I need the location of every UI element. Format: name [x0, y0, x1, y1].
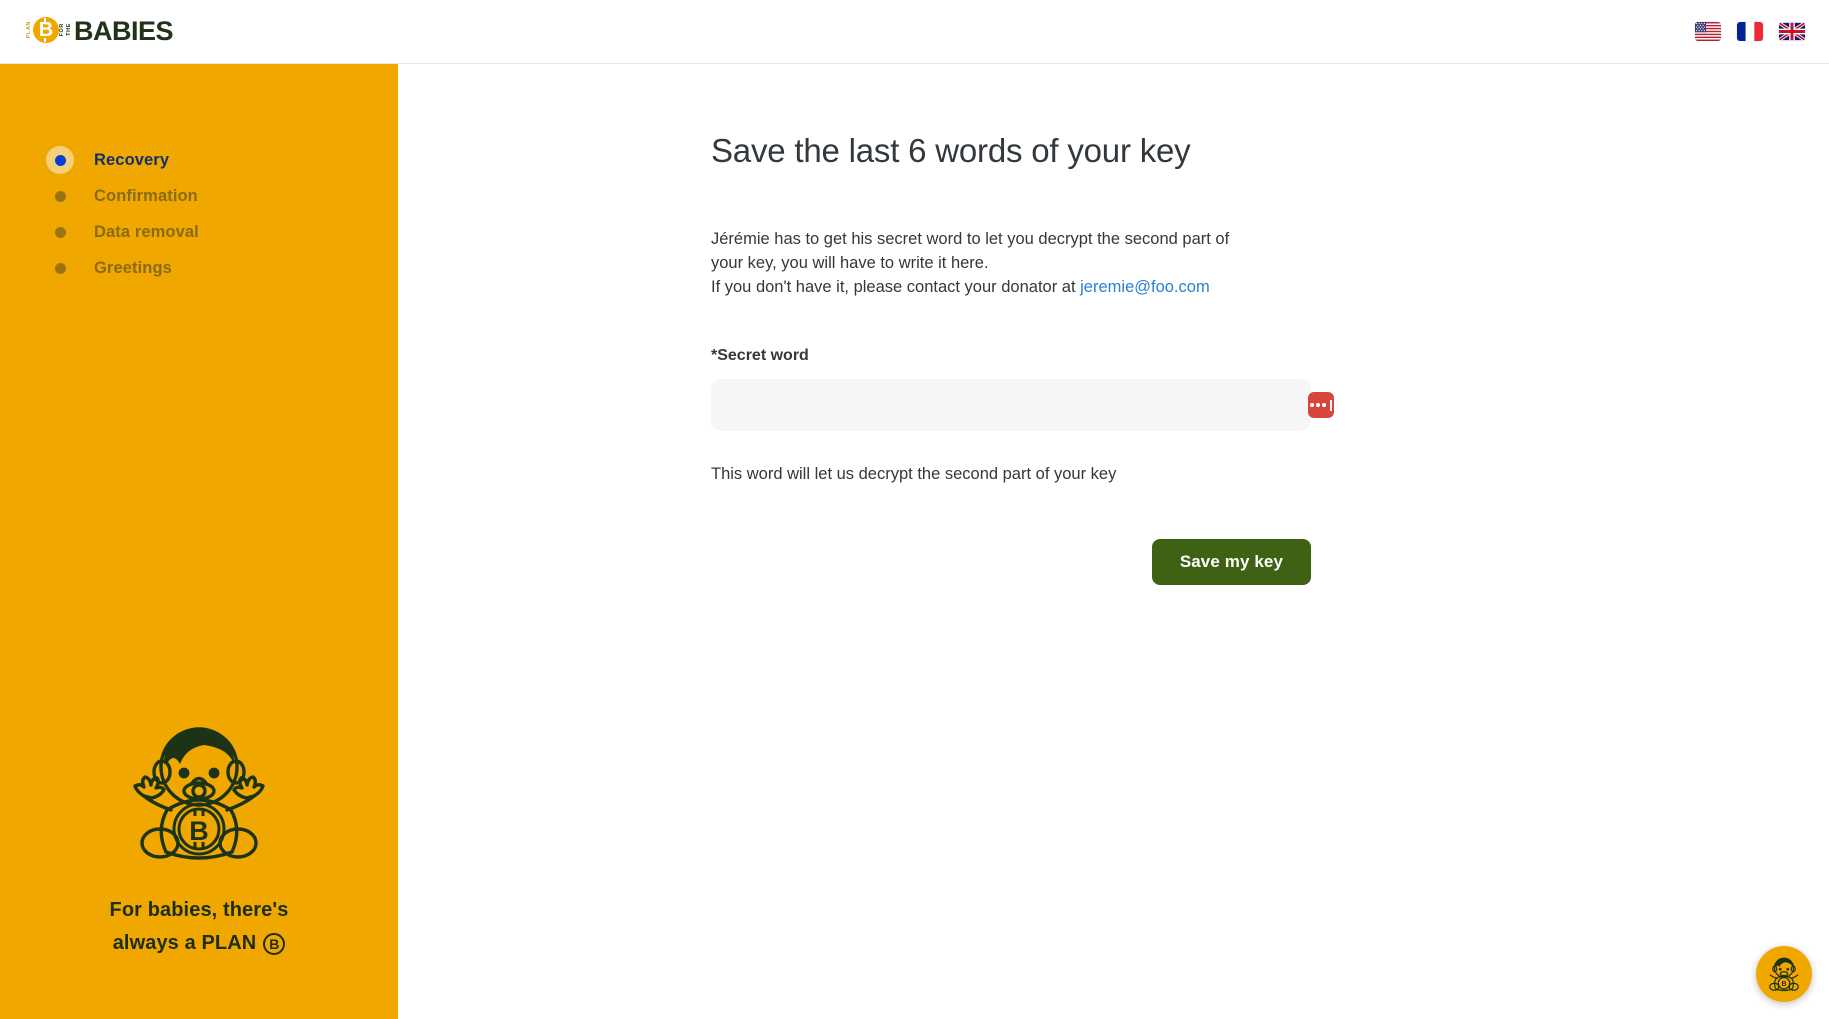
tagline-line-1: For babies, there's	[109, 899, 289, 921]
intro-line-1: Jérémie has to get his secret word to le…	[711, 230, 1230, 248]
submit-row: Save my key	[711, 539, 1311, 585]
step-dot-icon	[46, 254, 74, 282]
secret-word-input-row	[711, 379, 1351, 431]
secret-word-helper-text: This word will let us decrypt the second…	[711, 465, 1117, 483]
secret-word-label: *Secret word	[711, 347, 809, 364]
mascot-hair	[164, 729, 234, 764]
sidebar-item-label: Confirmation	[94, 186, 198, 205]
logo-wordmark: BABIES	[74, 16, 174, 46]
password-manager-icon[interactable]	[1308, 392, 1334, 418]
step-dot-icon	[46, 146, 74, 174]
tagline-line-2-row: always a PLAN B	[110, 927, 289, 960]
sidebar-item-label: Greetings	[94, 258, 172, 277]
intro-line-3: If you don't have it, please contact you…	[711, 278, 1081, 296]
support-chat-button[interactable]: B	[1756, 946, 1812, 1002]
bitcoin-coin-icon: B	[33, 16, 59, 43]
logo-vertical-text-2: FOR	[59, 16, 65, 44]
logo-word-for: FOR	[59, 22, 65, 37]
logo-vertical-text-3: THE	[66, 16, 72, 44]
sidebar-item-label: Recovery	[94, 150, 170, 169]
page-title: Save the last 6 words of your key	[711, 132, 1191, 169]
sidebar-tagline: For babies, there's always a PLAN B	[110, 894, 289, 960]
donator-email-link[interactable]: jeremie@foo.com	[1080, 278, 1210, 296]
svg-text:B: B	[1781, 981, 1786, 988]
sidebar-item-label: Data removal	[94, 222, 199, 241]
sidebar-item-greetings[interactable]: Greetings	[0, 250, 398, 286]
step-dot-icon	[46, 182, 74, 210]
intro-line-2: your key, you will have to write it here…	[711, 254, 989, 272]
logo-mark: PLAN B FOR THE	[26, 16, 73, 48]
sidebar-item-data-removal[interactable]: Data removal	[0, 214, 398, 250]
english-us-flag[interactable]	[1695, 22, 1721, 41]
tagline-line-2: always a PLAN	[112, 932, 257, 954]
french-flag[interactable]	[1737, 22, 1763, 41]
step-dot-icon	[46, 218, 74, 246]
recovery-form-panel: Save the last 6 words of your key Jérémi…	[711, 130, 1351, 585]
language-switcher	[1695, 22, 1805, 41]
mascot-illustration-block: B For babies, there's always a PLAN B	[0, 712, 398, 960]
logo-word-the: THE	[66, 23, 72, 36]
app-header: PLAN B FOR THE BABIES	[0, 0, 1829, 64]
progress-sidebar: Recovery Confirmation Data removal Greet…	[0, 64, 398, 1019]
secret-word-input[interactable]	[711, 379, 1311, 431]
intro-paragraph: Jérémie has to get his secret word to le…	[711, 227, 1351, 299]
main-content: Save the last 6 words of your key Jérémi…	[398, 64, 1829, 1019]
sidebar-item-recovery[interactable]: Recovery	[0, 142, 398, 178]
logo-word-plan: PLAN	[26, 20, 32, 39]
sidebar-item-confirmation[interactable]: Confirmation	[0, 178, 398, 214]
english-uk-flag[interactable]	[1779, 22, 1805, 41]
brand-logo[interactable]: PLAN B FOR THE BABIES	[26, 15, 174, 49]
baby-bitcoin-mascot-icon: B	[133, 727, 265, 860]
logo-vertical-text: PLAN	[26, 16, 32, 44]
svg-text:B: B	[189, 816, 209, 846]
save-my-key-button[interactable]: Save my key	[1151, 539, 1311, 585]
circled-bitcoin-icon: B	[263, 932, 286, 955]
